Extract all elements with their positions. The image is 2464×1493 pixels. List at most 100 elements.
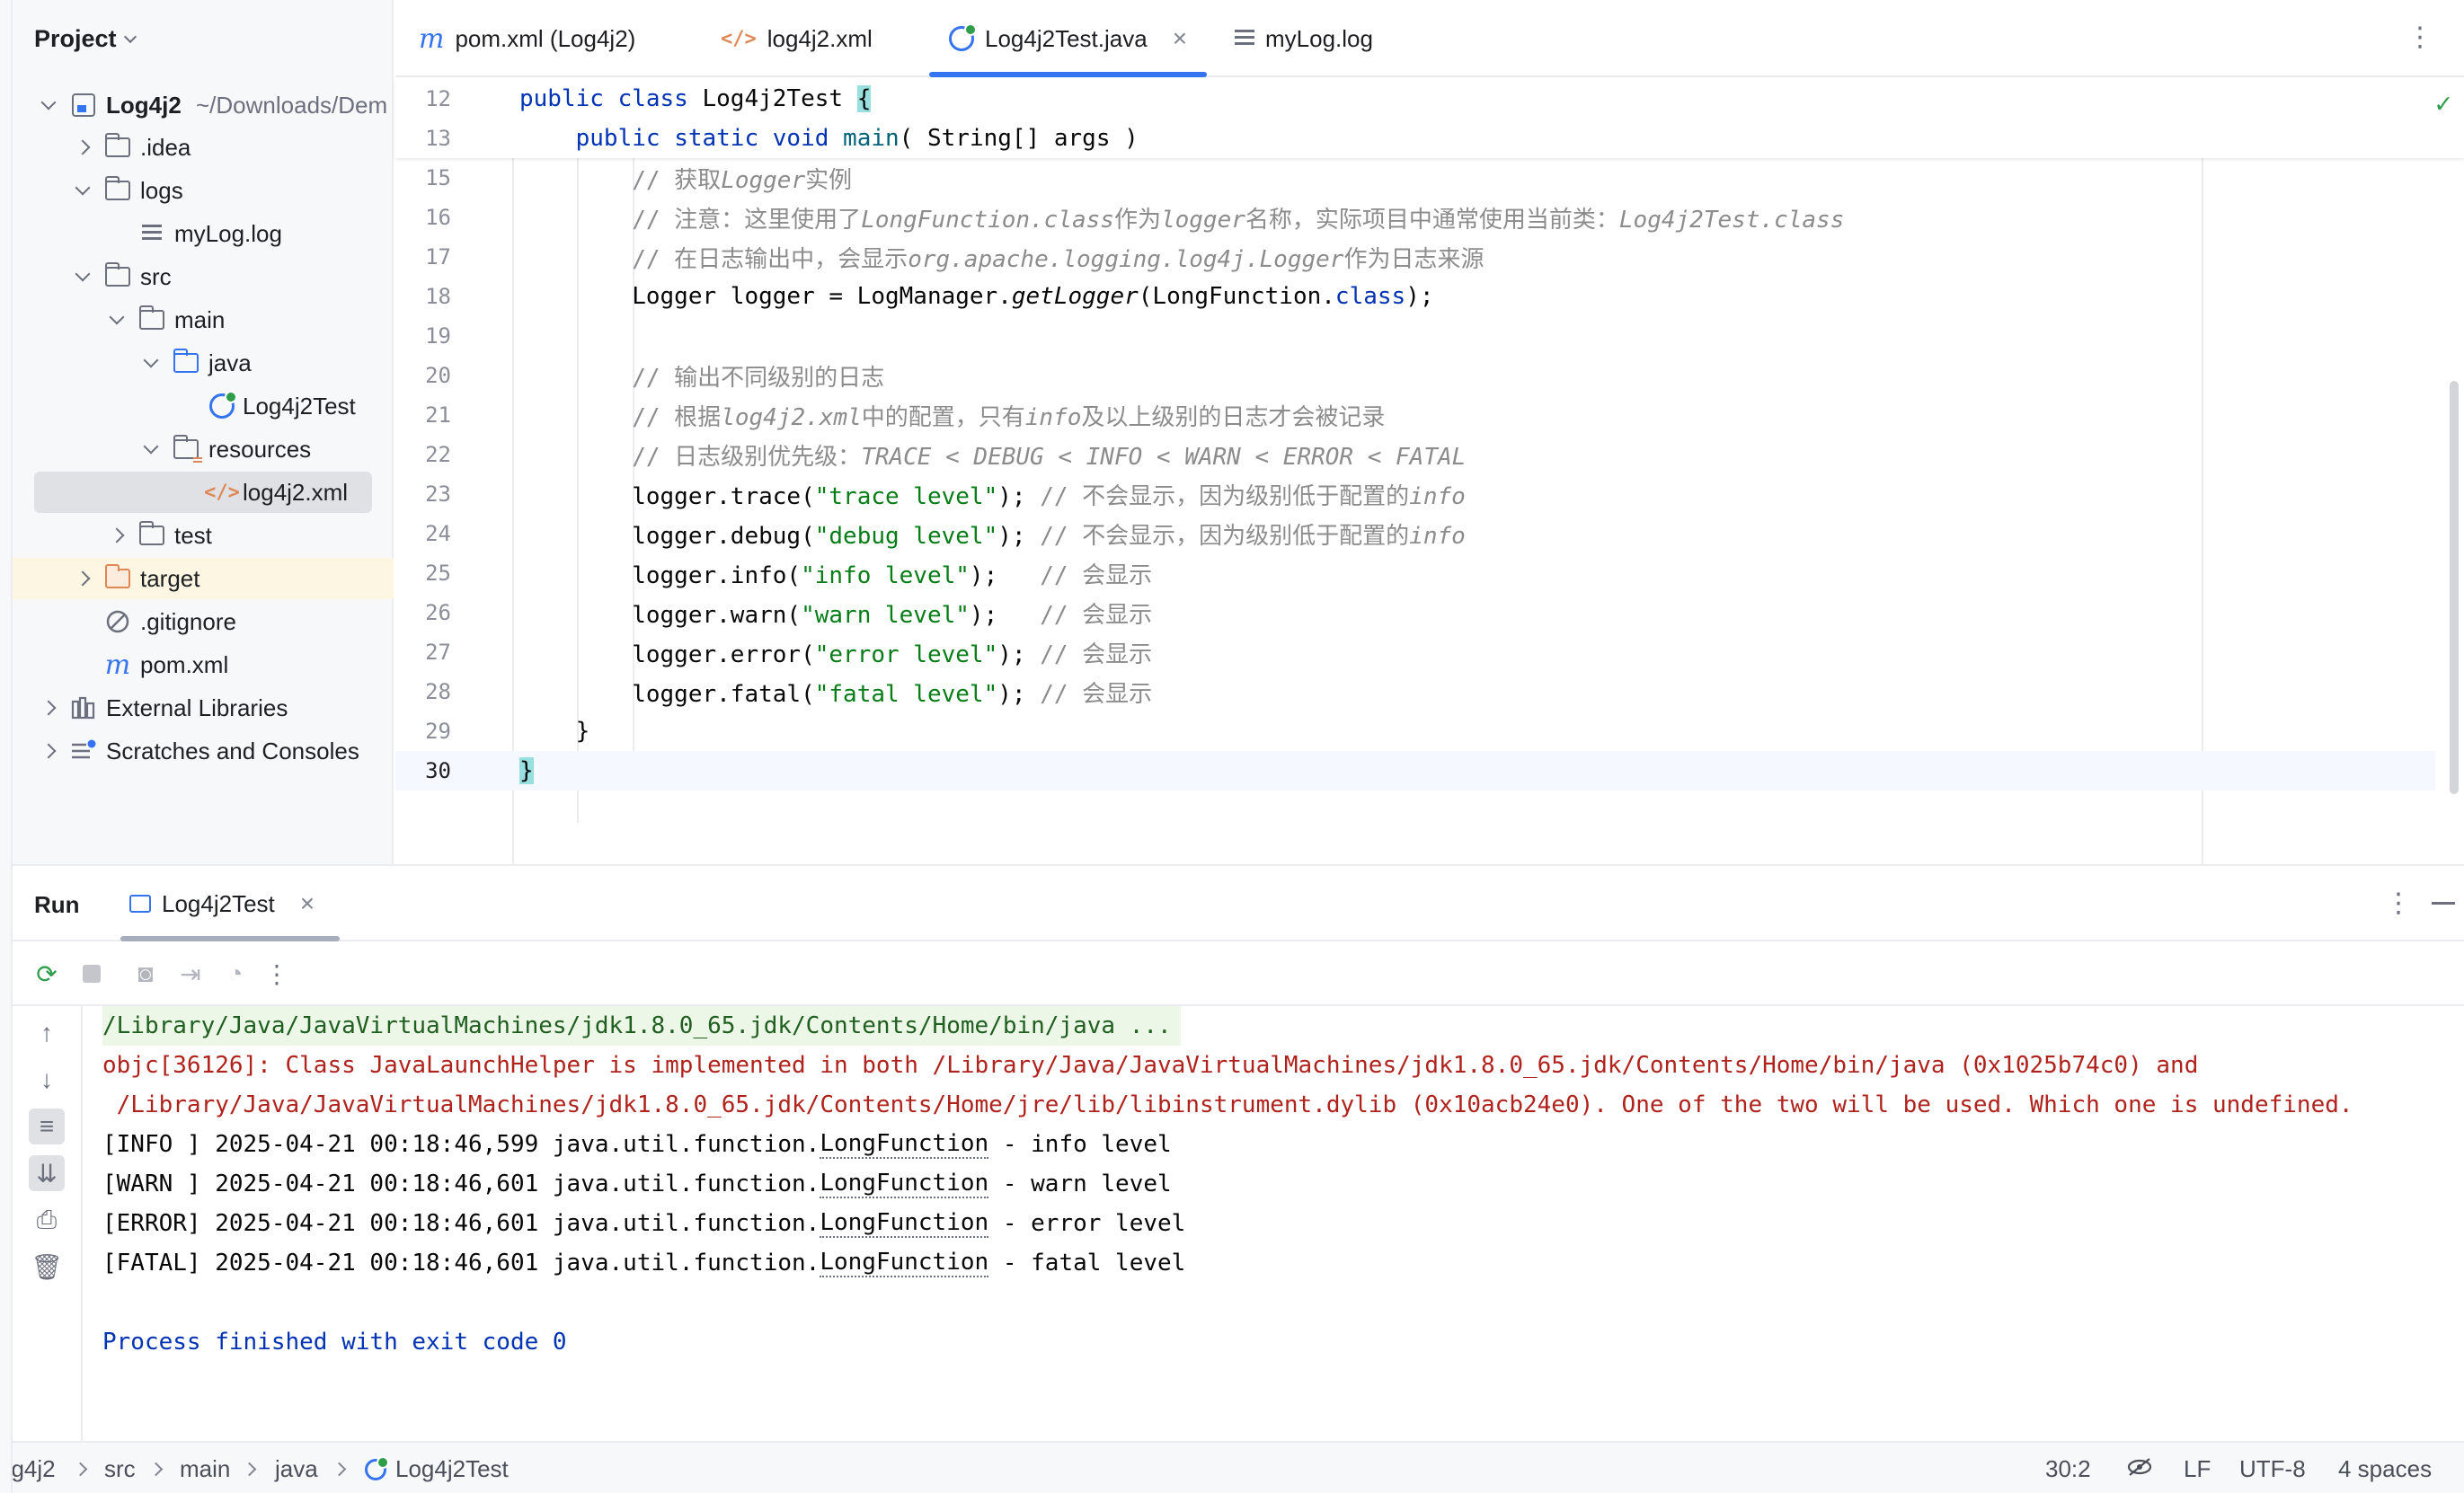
expand-arrow-icon[interactable] — [108, 309, 126, 329]
run-header: Run Log4j2Test × ⋮ — [13, 866, 2464, 941]
line-number: 22 — [425, 442, 451, 467]
code-text: public class Log4j2Test { — [519, 85, 872, 112]
line-number: 20 — [425, 363, 451, 388]
tree-item-src[interactable]: src — [13, 256, 394, 297]
close-tab-icon[interactable]: × — [1173, 24, 1187, 53]
rerun-icon[interactable]: ⟳ — [31, 958, 63, 990]
console-output[interactable]: /Library/Java/JavaVirtualMachines/jdk1.8… — [102, 1006, 2457, 1443]
expand-arrow-icon[interactable] — [74, 570, 92, 587]
eye-off-icon[interactable] — [2126, 1455, 2153, 1485]
more-options-icon[interactable]: ⋮ — [2385, 888, 2412, 919]
console-line: /Library/Java/JavaVirtualMachines/jdk1.8… — [102, 1006, 1181, 1046]
log-prefix: [FATAL] 2025-04-21 00:18:46,601 java.uti… — [102, 1250, 820, 1277]
code-line: 21 // 根据log4j2.xml中的配置，只有info及以上级别的日志才会被… — [395, 395, 2435, 435]
tab-log4j2test-java[interactable]: Log4j2Test.java × — [928, 0, 1208, 77]
expand-arrow-icon[interactable] — [74, 266, 92, 286]
tree-item-main[interactable]: main — [13, 299, 394, 340]
expand-arrow-icon[interactable] — [74, 138, 92, 156]
code-line: 25 logger.info("info level"); // 会显示 — [395, 553, 2435, 593]
log-prefix: [ERROR] 2025-04-21 00:18:46,601 java.uti… — [102, 1210, 820, 1237]
tree-item-log4j2-xml[interactable]: </> log4j2.xml — [34, 472, 372, 513]
ignored-file-icon — [102, 608, 133, 635]
expand-arrow-icon[interactable] — [40, 94, 58, 114]
class-link[interactable]: LongFunction — [820, 1130, 989, 1159]
expand-arrow-icon[interactable] — [40, 742, 58, 760]
tab-pom-xml[interactable]: m pom.xml (Log4j2) — [419, 0, 635, 77]
java-class-icon — [207, 391, 237, 420]
breadcrumb-item[interactable]: java — [275, 1455, 318, 1483]
breadcrumb-item-class[interactable]: Log4j2Test — [365, 1455, 509, 1483]
stop-icon[interactable] — [75, 958, 108, 990]
tree-item-gitignore[interactable]: .gitignore — [13, 601, 394, 642]
sticky-lines-header[interactable]: 12 public class Log4j2Test { 13 public s… — [395, 79, 2464, 158]
class-link[interactable]: LongFunction — [820, 1249, 989, 1277]
expand-arrow-icon[interactable] — [142, 352, 160, 372]
log-prefix: [WARN ] 2025-04-21 00:18:46,601 java.uti… — [102, 1171, 820, 1197]
no-problems-check-icon[interactable]: ✓ — [2435, 88, 2451, 119]
source-folder-icon — [171, 349, 201, 376]
exit-icon[interactable]: ⇥ — [174, 958, 207, 990]
tree-item-resources[interactable]: resources — [13, 428, 394, 470]
tree-item-test[interactable]: test — [13, 515, 394, 556]
tree-item-java[interactable]: java — [13, 342, 394, 384]
console-line: [WARN ] 2025-04-21 00:18:46,601 java.uti… — [102, 1164, 1172, 1204]
code-line: 23 logger.trace("trace level"); // 不会显示，… — [395, 474, 2435, 514]
camera-icon[interactable]: ◙ — [129, 958, 162, 990]
code-text: Logger logger = LogManager.getLogger(Lon… — [519, 283, 1434, 310]
expand-arrow-icon[interactable] — [108, 526, 126, 544]
scroll-to-end-icon[interactable]: ⇊ — [29, 1155, 65, 1191]
console-line: [INFO ] 2025-04-21 00:18:46,599 java.uti… — [102, 1125, 1172, 1164]
project-module-icon — [68, 92, 99, 119]
tree-item-target[interactable]: target — [13, 558, 394, 599]
tree-item-log4j2[interactable]: Log4j2 ~/Downloads/Dem — [13, 84, 394, 126]
tree-item-scratches[interactable]: Scratches and Consoles — [13, 730, 394, 772]
chevron-right-icon — [242, 1462, 257, 1477]
tab-log4j2-xml[interactable]: </> log4j2.xml — [721, 0, 873, 77]
profiler-icon[interactable]: ◔ — [219, 958, 252, 990]
run-tab-log4j2test[interactable]: Log4j2Test × — [120, 866, 341, 941]
line-number: 21 — [425, 402, 451, 428]
editor-scrollbar[interactable] — [2450, 381, 2459, 794]
minimize-icon[interactable] — [2432, 902, 2455, 905]
soft-wrap-icon[interactable]: ≡ — [29, 1109, 65, 1144]
code-editor[interactable]: ✓ 12 public class Log4j2Test { 13 public… — [395, 79, 2464, 864]
breadcrumb-item[interactable]: main — [180, 1455, 230, 1483]
code-line: 20 // 输出不同级别的日志 — [395, 356, 2435, 395]
expand-arrow-icon[interactable] — [40, 699, 58, 717]
arrow-down-icon[interactable]: ↓ — [29, 1062, 65, 1098]
more-actions-icon[interactable]: ⋮ — [261, 958, 293, 990]
tree-item-label: src — [140, 262, 172, 290]
close-tab-icon[interactable]: × — [300, 889, 315, 918]
line-separator[interactable]: LF — [2184, 1455, 2211, 1483]
tree-item-label: pom.xml — [140, 650, 229, 678]
tree-item-pom-xml[interactable]: m pom.xml — [13, 644, 394, 685]
code-line: 18 Logger logger = LogManager.getLogger(… — [395, 277, 2435, 316]
project-view-selector[interactable]: Project — [34, 25, 137, 53]
class-link[interactable]: LongFunction — [820, 1209, 989, 1238]
breadcrumb-item[interactable]: src — [104, 1455, 136, 1483]
tree-item-mylog[interactable]: myLog.log — [13, 213, 394, 254]
print-icon[interactable]: ⎙ — [29, 1202, 65, 1238]
tree-item-log4j2test[interactable]: Log4j2Test — [13, 385, 394, 427]
caret-position[interactable]: 30:2 — [2045, 1455, 2091, 1483]
more-options-icon[interactable]: ⋮ — [2406, 22, 2433, 53]
tab-mylog-log[interactable]: myLog.log — [1235, 0, 1373, 77]
tree-item-logs[interactable]: logs — [13, 170, 394, 211]
tree-item-external-libraries[interactable]: External Libraries — [13, 687, 394, 729]
code-text: // 日志级别优先级：TRACE < DEBUG < INFO < WARN <… — [519, 443, 1467, 471]
arrow-up-icon[interactable]: ↑ — [29, 1015, 65, 1051]
class-link[interactable]: LongFunction — [820, 1170, 989, 1198]
tree-item-idea[interactable]: .idea — [13, 127, 394, 168]
trash-icon[interactable]: 🗑 — [29, 1249, 65, 1285]
run-toolbar: ⟳ ◙ ⇥ ◔ ⋮ — [13, 941, 2464, 1006]
line-number: 29 — [425, 719, 451, 744]
file-encoding[interactable]: UTF-8 — [2239, 1455, 2306, 1483]
line-number: 27 — [425, 640, 451, 665]
expand-arrow-icon[interactable] — [74, 180, 92, 199]
chevron-down-icon — [123, 30, 137, 43]
tree-item-label: resources — [208, 435, 312, 463]
tree-item-label: log4j2.xml — [243, 478, 349, 506]
log-message: - warn level — [988, 1171, 1172, 1197]
indent-setting[interactable]: 4 spaces — [2338, 1455, 2432, 1483]
expand-arrow-icon[interactable] — [142, 438, 160, 458]
